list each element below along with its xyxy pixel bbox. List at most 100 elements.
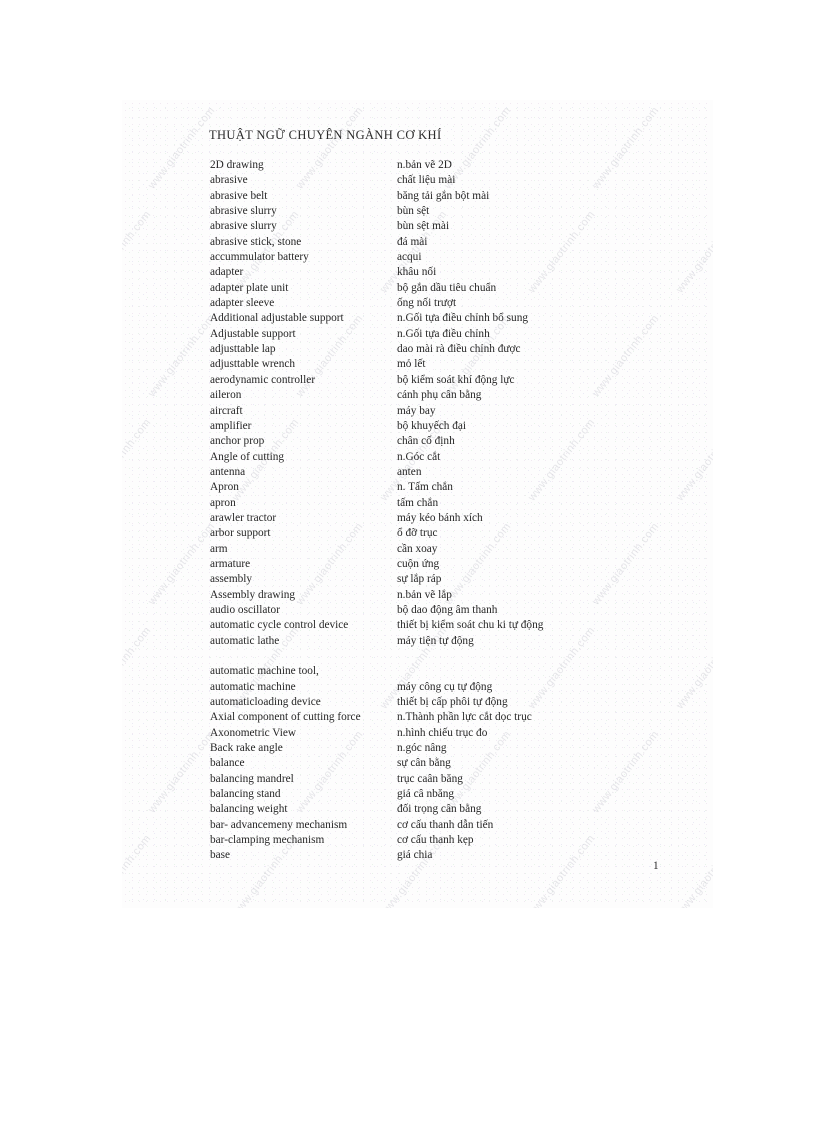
glossary-term: abrasive belt bbox=[210, 189, 268, 202]
glossary-row: abrasive stick, stone đá mài bbox=[210, 235, 680, 250]
glossary-term: adjusttable wrench bbox=[210, 358, 296, 371]
glossary-row: abrasive chất liệu mài bbox=[210, 173, 680, 188]
glossary-meaning: n.hình chiếu trục đo bbox=[397, 726, 488, 739]
glossary-meaning: cơ cấu thanh dẫn tiến bbox=[397, 818, 494, 831]
glossary-meaning: máy kéo bánh xích bbox=[397, 511, 483, 524]
glossary-row: amplifier bộ khuyếch đại bbox=[210, 419, 680, 434]
glossary-term: automatic machine bbox=[210, 680, 296, 693]
glossary-row: Assembly drawing n.bản vẽ lắp bbox=[210, 588, 680, 603]
glossary-meaning: bùn sệt bbox=[397, 205, 430, 218]
glossary-row: balancing mandrel trục caân băng bbox=[210, 772, 680, 787]
page-title: THUẬT NGỮ CHUYÊN NGÀNH CƠ KHÍ bbox=[209, 128, 442, 142]
glossary-meaning: trục caân băng bbox=[397, 772, 463, 785]
glossary-row: adapter khâu nối bbox=[210, 265, 680, 280]
glossary-term: assembly bbox=[210, 573, 253, 586]
glossary-meaning: cuộn ứng bbox=[397, 557, 440, 570]
glossary-row: abrasive slurry bùn sệt mài bbox=[210, 219, 680, 234]
glossary-term: Axial component of cutting force bbox=[210, 711, 361, 724]
glossary-row: aerodynamic controller bộ kiểm soát khí đ… bbox=[210, 373, 680, 388]
page-number: 1 bbox=[653, 860, 659, 872]
glossary-term: aircraft bbox=[210, 404, 243, 417]
glossary-row: adjusttable wrench mỏ lết bbox=[210, 357, 680, 372]
glossary-term: adapter sleeve bbox=[210, 297, 275, 310]
glossary-meaning: bộ khuyếch đại bbox=[397, 419, 467, 432]
glossary-meaning: đối trọng cân bằng bbox=[397, 803, 482, 816]
glossary-row: abrasive belt băng tải gắn bột mài bbox=[210, 189, 680, 204]
glossary-term: aerodynamic controller bbox=[210, 373, 316, 386]
document-viewer: { "page": { "title": "THUẬT NGỮ CHUYÊN N… bbox=[0, 0, 816, 1123]
glossary-term: automaticloading device bbox=[210, 696, 321, 709]
glossary-row: balancing weight đối trọng cân bằng bbox=[210, 802, 680, 817]
glossary-row: adapter sleeve ống nối trượt bbox=[210, 296, 680, 311]
glossary-meaning: máy công cụ tự động bbox=[397, 680, 493, 693]
glossary-meaning: dao mài rà điều chỉnh được bbox=[397, 343, 521, 356]
glossary-row: aileron cánh phụ cân bằng bbox=[210, 388, 680, 403]
glossary-row: arbor support ổ đỡ trục bbox=[210, 526, 680, 541]
glossary-row: antenna anten bbox=[210, 465, 680, 480]
glossary-term: abrasive slurry bbox=[210, 205, 277, 218]
glossary-meaning bbox=[397, 664, 680, 679]
glossary-row: bar-clamping mechanism cơ cấu thanh kẹp bbox=[210, 833, 680, 848]
glossary-meaning: n.Gối tựa điều chỉnh bổ sung bbox=[397, 312, 529, 325]
scanned-page-sheet: www.giaotrinh.com www.giaotrinh.com www.gi… bbox=[122, 100, 713, 908]
glossary-row: Additional adjustable support n.Gối tựa đ… bbox=[210, 311, 680, 326]
glossary-meaning: cơ cấu thanh kẹp bbox=[397, 834, 474, 847]
glossary-term: adapter bbox=[210, 266, 244, 279]
glossary-meaning: n. Tấm chắn bbox=[397, 481, 453, 494]
glossary-meaning: ổ đỡ trục bbox=[397, 527, 438, 540]
glossary-term: accummulator battery bbox=[210, 251, 309, 264]
glossary-meaning: đá mài bbox=[397, 235, 428, 248]
glossary-term: balance bbox=[210, 757, 245, 770]
glossary-term: automatic lathe bbox=[210, 634, 280, 647]
glossary-term: base bbox=[210, 849, 231, 862]
glossary-row: assembly sự lắp ráp bbox=[210, 572, 680, 587]
glossary-meaning: giá chia bbox=[397, 849, 433, 862]
glossary-meaning: acqui bbox=[397, 251, 422, 264]
glossary-row: automatic machine máy công cụ tự động bbox=[210, 680, 680, 695]
glossary-term: aileron bbox=[210, 389, 242, 402]
glossary-row: Back rake angle n.góc nâng bbox=[210, 741, 680, 756]
glossary-meaning: thiết bị kiểm soát chu ki tự động bbox=[397, 619, 544, 632]
glossary-row: armature cuộn ứng bbox=[210, 557, 680, 572]
glossary-row: arm cần xoay bbox=[210, 542, 680, 557]
glossary-row: Axonometric View n.hình chiếu trục đo bbox=[210, 726, 680, 741]
glossary-term: antenna bbox=[210, 465, 246, 478]
glossary-meaning: n.bản vẽ 2D bbox=[397, 159, 452, 171]
glossary-meaning: n.Thành phần lực cắt dọc trục bbox=[397, 711, 532, 724]
glossary-meaning: khâu nối bbox=[397, 266, 437, 279]
glossary-meaning: sự cân bằng bbox=[397, 757, 451, 770]
glossary-term: balancing mandrel bbox=[210, 772, 294, 785]
glossary-meaning: tấm chắn bbox=[397, 496, 439, 509]
glossary-meaning: cần xoay bbox=[397, 542, 438, 555]
glossary-row: balance sự cân bằng bbox=[210, 756, 680, 771]
glossary-meaning: bộ gắn dầu tiêu chuẩn bbox=[397, 281, 497, 294]
glossary-row: audio oscillator bộ dao động âm thanh bbox=[210, 603, 680, 618]
glossary-row: adapter plate unit bộ gắn dầu tiêu chuẩn bbox=[210, 281, 680, 296]
glossary-meaning: thiết bị cấp phôi tự động bbox=[397, 696, 508, 709]
glossary-row: Adjustable support n.Gối tựa điều chỉnh bbox=[210, 327, 680, 342]
glossary-row: adjusttable lap dao mài rà điều chỉnh đượ… bbox=[210, 342, 680, 357]
glossary-row: arawler tractor máy kéo bánh xích bbox=[210, 511, 680, 526]
page-content: THUẬT NGỮ CHUYÊN NGÀNH CƠ KHÍ 2D drawing… bbox=[122, 100, 713, 908]
glossary-term: automatic cycle control device bbox=[210, 619, 349, 632]
glossary-term: Additional adjustable support bbox=[210, 312, 344, 325]
glossary-term: adapter plate unit bbox=[210, 281, 289, 294]
glossary-meaning: băng tải gắn bột mài bbox=[397, 189, 490, 202]
glossary-term: arm bbox=[210, 542, 228, 555]
glossary-row: bar- advancemeny mechanism cơ cấu thanh d… bbox=[210, 818, 680, 833]
glossary-row: 2D drawing n.bản vẽ 2D bbox=[210, 158, 680, 173]
glossary-term: arawler tractor bbox=[210, 511, 277, 524]
glossary-table: 2D drawing n.bản vẽ 2D abrasive chất liệu m… bbox=[210, 158, 680, 864]
glossary-term: Adjustable support bbox=[210, 327, 296, 340]
glossary-row: Axial component of cutting force n.Thành … bbox=[210, 710, 680, 725]
glossary-term: Angle of cutting bbox=[210, 450, 285, 463]
glossary-meaning: anten bbox=[397, 465, 422, 478]
glossary-meaning: sự lắp ráp bbox=[397, 573, 442, 586]
glossary-row: automatic lathe máy tiện tự động bbox=[210, 634, 680, 649]
glossary-term: anchor prop bbox=[210, 435, 265, 448]
glossary-term: Back rake angle bbox=[210, 742, 283, 755]
glossary-table-body: 2D drawing n.bản vẽ 2D abrasive chất liệu m… bbox=[210, 158, 680, 864]
glossary-meaning: chân cố định bbox=[397, 435, 455, 448]
glossary-meaning: n.Gối tựa điều chỉnh bbox=[397, 327, 490, 340]
glossary-row: anchor prop chân cố định bbox=[210, 434, 680, 449]
